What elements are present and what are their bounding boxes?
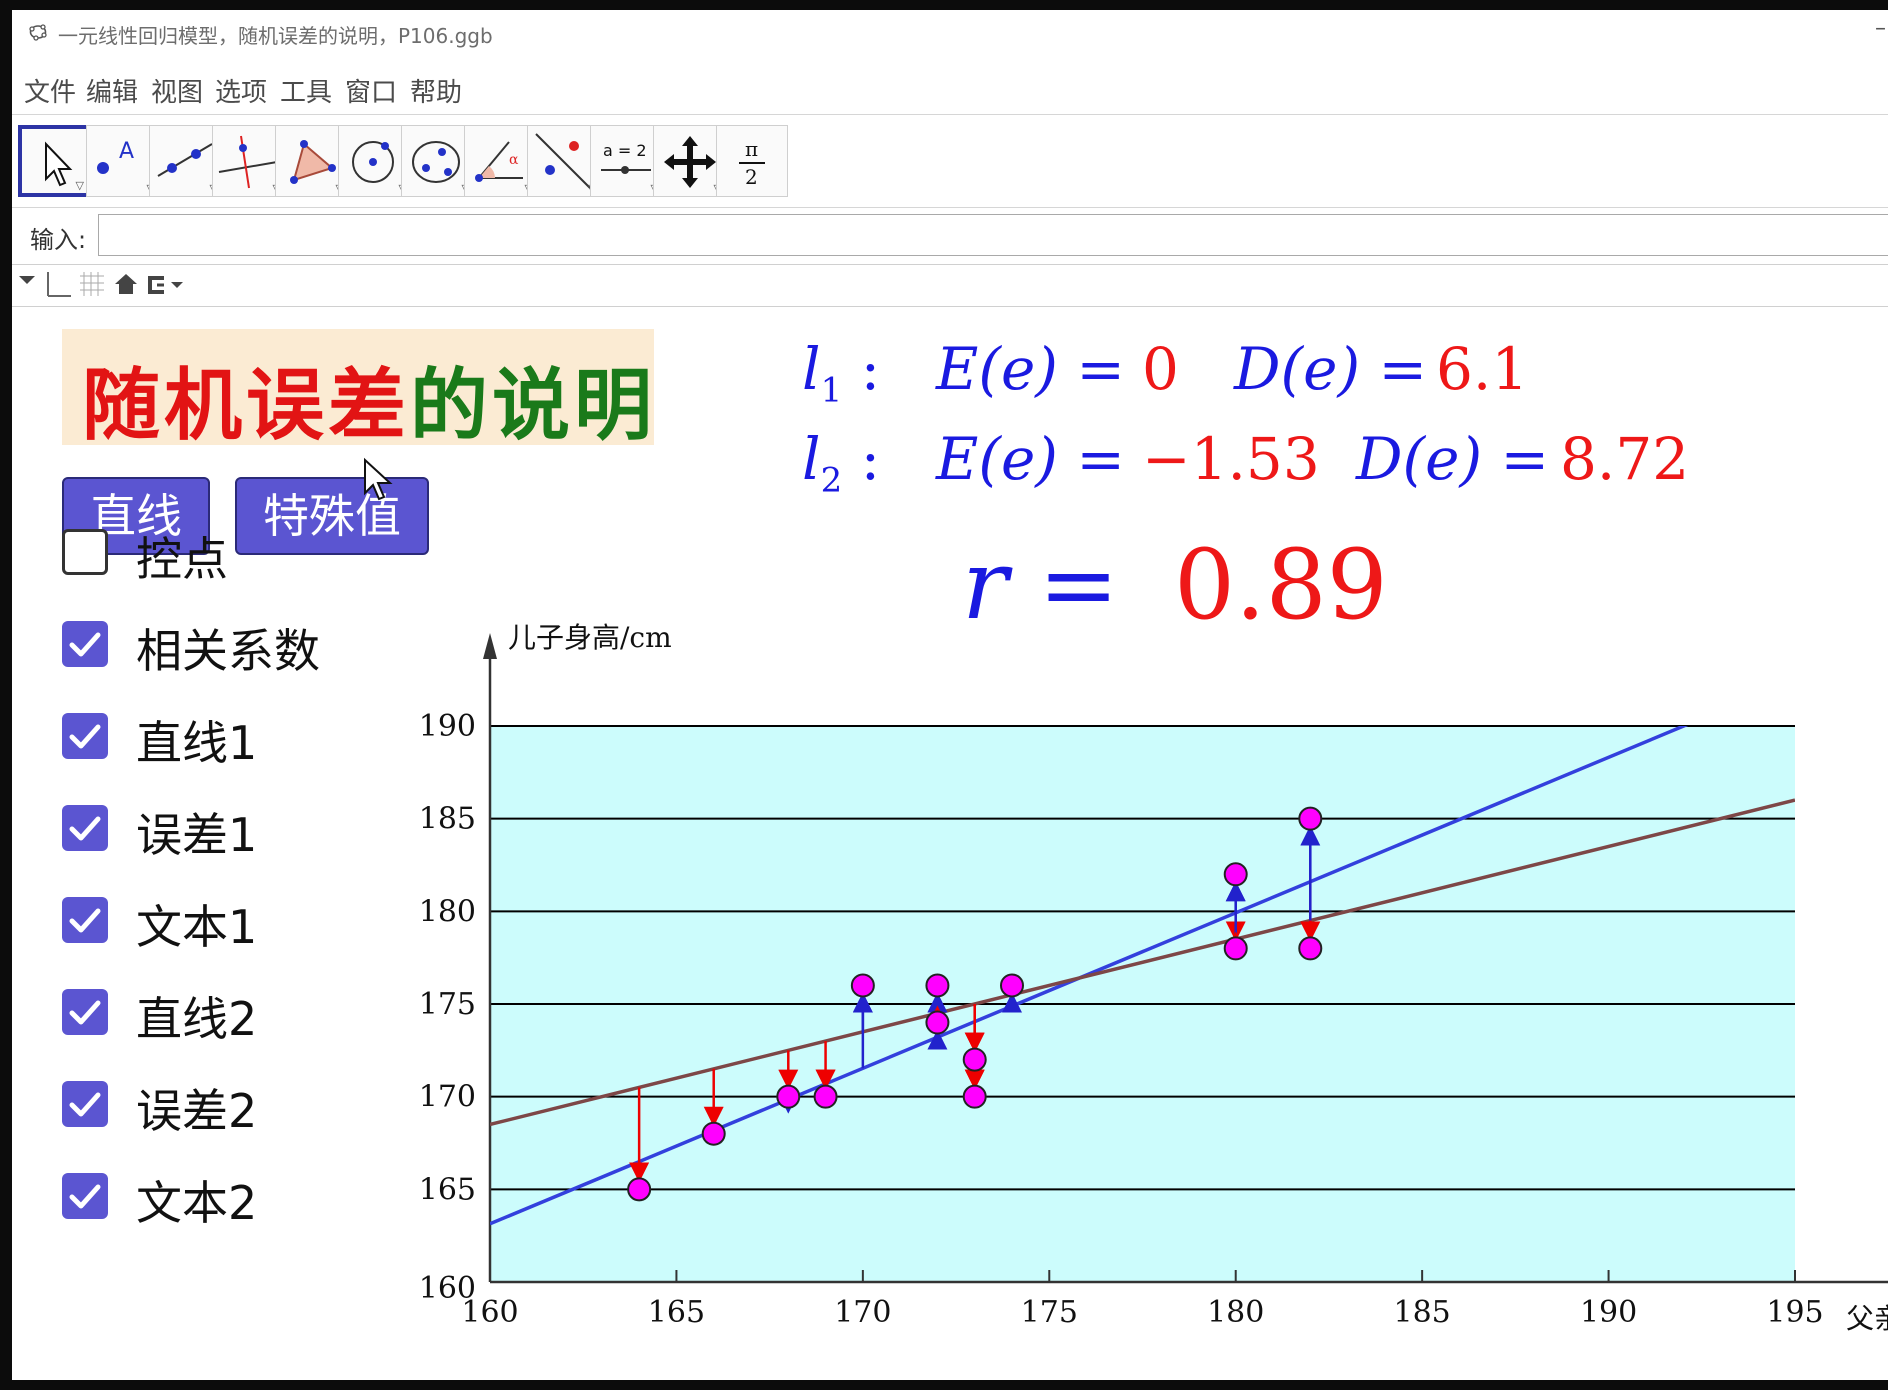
data-point: [1223, 862, 1248, 887]
data-point: [962, 1084, 987, 1109]
data-point: [813, 1084, 838, 1109]
y-tick-label: 180: [419, 894, 476, 929]
x-tick-label: 185: [1394, 1295, 1451, 1330]
axes-icon[interactable]: [44, 270, 72, 300]
style-bar-toggle-icon[interactable]: [16, 270, 38, 292]
move-graphics-tool[interactable]: ▽: [653, 125, 725, 197]
data-point: [701, 1121, 726, 1146]
svg-text:α: α: [509, 152, 519, 168]
data-point: [627, 1177, 652, 1202]
data-point: [1298, 806, 1323, 831]
angle-tool[interactable]: α ▽: [464, 125, 536, 197]
geogebra-window: 一元线性回归模型，随机误差的说明，P106.ggb – 文件 编辑 视图 选项 …: [12, 10, 1888, 1380]
window-title: 一元线性回归模型，随机误差的说明，P106.ggb: [58, 24, 493, 48]
x-tick-label: 170: [834, 1295, 891, 1330]
point-tool[interactable]: A ▽: [86, 125, 158, 197]
conic-tool[interactable]: ▽: [401, 125, 473, 197]
data-point: [1298, 936, 1323, 961]
data-point: [925, 1010, 950, 1035]
slider-tool[interactable]: a = 2 ▽: [590, 125, 662, 197]
input-field[interactable]: [98, 214, 1888, 256]
home-icon[interactable]: [112, 270, 140, 300]
scatter-plot: 160 165 170 175 180 185 190 1951601651701751801…: [419, 621, 1888, 1335]
x-tick-label: 175: [1021, 1295, 1078, 1330]
fraction-tool[interactable]: π2: [716, 125, 788, 197]
menu-help[interactable]: 帮助: [410, 72, 462, 109]
tool-menu-icon[interactable]: ▽: [76, 179, 84, 192]
circle-tool[interactable]: ▽: [338, 125, 410, 197]
x-axis-label: 父亲: [1846, 1302, 1888, 1335]
data-point: [1000, 973, 1024, 998]
input-label: 输入:: [30, 226, 87, 254]
y-tick-label: 170: [419, 1080, 476, 1115]
slider-tool-label: a = 2: [603, 141, 647, 160]
reflect-tool[interactable]: ▽: [527, 125, 599, 197]
graphics-style-bar: [12, 264, 1888, 307]
svg-text:2: 2: [745, 165, 758, 189]
graphics-view[interactable]: 随机误差的说明 直线 特殊值 l1 : E(e) = 0 D(e) = 6.1 …: [12, 307, 1888, 1380]
line-tool[interactable]: ▽: [149, 125, 221, 197]
data-point: [962, 1047, 987, 1072]
data-point: [925, 973, 950, 998]
y-tick-label: 175: [419, 987, 476, 1022]
move-tool[interactable]: ▽: [18, 125, 90, 197]
menu-tools[interactable]: 工具: [280, 72, 332, 109]
y-tick-label: 185: [419, 802, 476, 837]
minimize-button[interactable]: –: [1875, 16, 1886, 41]
data-point: [776, 1084, 801, 1109]
menu-view[interactable]: 视图: [151, 72, 203, 109]
menu-file[interactable]: 文件: [24, 72, 76, 109]
x-tick-label: 195: [1766, 1295, 1823, 1330]
svg-text:A: A: [119, 139, 134, 164]
geogebra-app-icon: [29, 24, 47, 41]
point-capture-icon[interactable]: [142, 270, 190, 300]
menu-bar: 文件 编辑 视图 选项 工具 窗口 帮助: [12, 62, 1888, 110]
x-tick-label: 180: [1207, 1295, 1264, 1330]
svg-text:π: π: [745, 137, 758, 161]
data-point: [850, 973, 875, 998]
tool-bar: ▽ A ▽ ▽ ▽ ▽ ▽ ▽ α ▽: [12, 114, 1888, 208]
menu-window[interactable]: 窗口: [345, 72, 397, 109]
title-bar: 一元线性回归模型，随机误差的说明，P106.ggb –: [12, 10, 1888, 56]
x-tick-label: 165: [648, 1295, 705, 1330]
y-tick-label: 160: [419, 1271, 476, 1306]
menu-options[interactable]: 选项: [215, 72, 267, 109]
y-tick-label: 165: [419, 1172, 476, 1207]
polygon-tool[interactable]: ▽: [275, 125, 347, 197]
y-tick-label: 190: [419, 709, 476, 744]
x-tick-label: 190: [1580, 1295, 1637, 1330]
menu-edit[interactable]: 编辑: [86, 72, 138, 109]
y-axis-label: 儿子身高/cm: [508, 621, 672, 654]
input-bar: 输入:: [12, 206, 1888, 265]
data-point: [1223, 936, 1248, 961]
grid-icon[interactable]: [78, 270, 106, 300]
fraction-icon: π2: [739, 137, 765, 189]
y-axis-arrow-icon: [483, 633, 497, 659]
mouse-cursor-icon: [364, 457, 393, 501]
perpendicular-tool[interactable]: ▽: [212, 125, 284, 197]
